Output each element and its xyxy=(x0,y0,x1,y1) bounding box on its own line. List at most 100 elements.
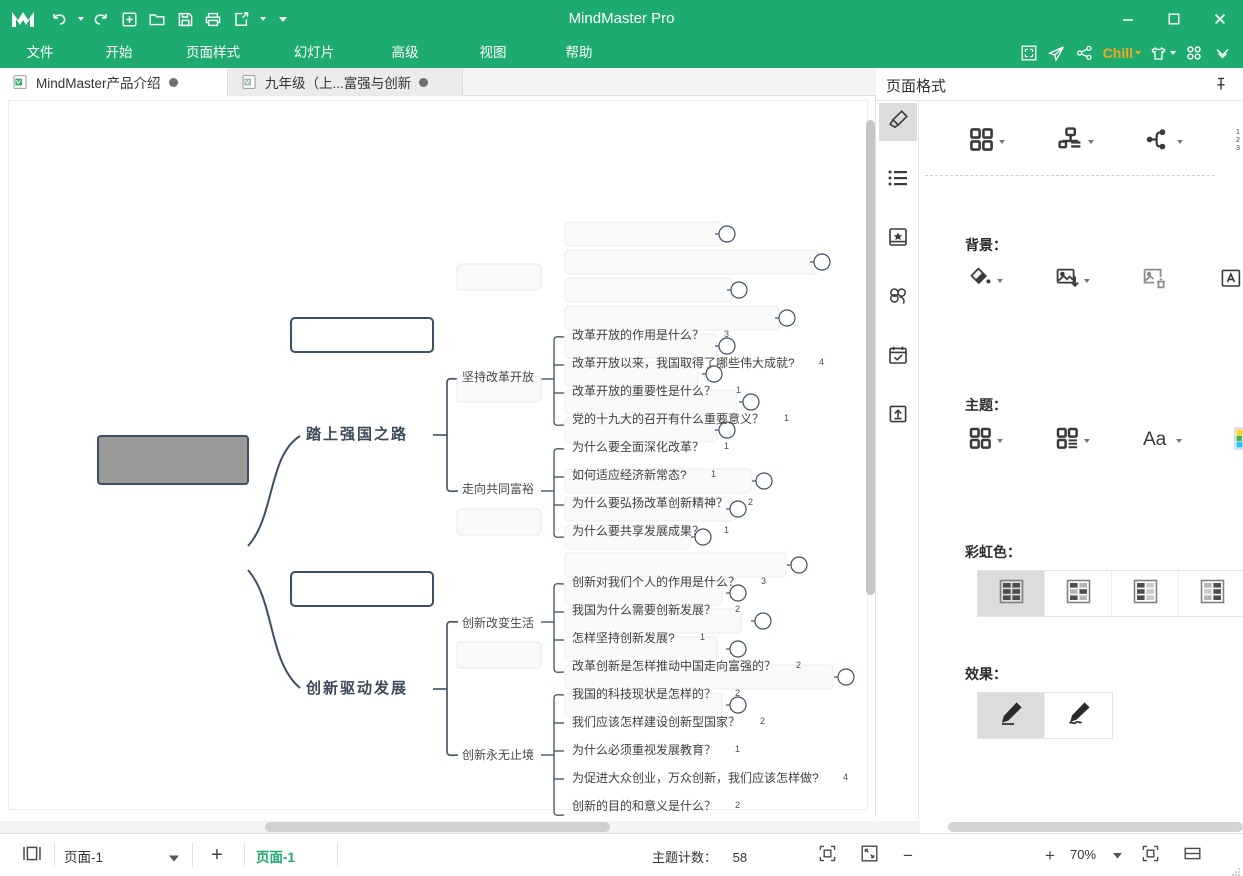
upload-box-icon xyxy=(887,403,909,430)
theme-layout-button[interactable] xyxy=(1052,423,1093,459)
doc-tab-1[interactable]: MindMaster产品介绍 xyxy=(0,68,228,96)
zoom-reset-button[interactable] xyxy=(1136,844,1164,867)
canvas-horizontal-scrollbar[interactable] xyxy=(265,822,610,832)
theme-font-button[interactable]: Aa xyxy=(1139,423,1185,459)
save-button[interactable] xyxy=(172,6,198,32)
zoom-out-button[interactable]: − xyxy=(898,846,918,865)
fit-page-button[interactable] xyxy=(855,844,883,867)
branch-style-button[interactable] xyxy=(1143,123,1186,161)
doc-tab-2[interactable]: 九年级（上...富强与创新 xyxy=(229,68,463,96)
skin-shirt-icon[interactable] xyxy=(1146,40,1179,66)
menu-slideshow[interactable]: 幻灯片 xyxy=(268,38,360,68)
effect-sketch[interactable] xyxy=(1045,693,1112,738)
mindmap-canvas[interactable]: 富 强 与 创 新 踏上强国之路 创新驱动发展 坚持改革开放 走向共同富裕 创新… xyxy=(0,96,876,817)
fullscreen-icon[interactable] xyxy=(1016,40,1042,66)
rainbow-option-3[interactable] xyxy=(1112,571,1179,616)
rainbow-option-1[interactable] xyxy=(978,571,1045,616)
panel-toggle-button[interactable] xyxy=(18,844,46,867)
numbering-button[interactable]: 123 xyxy=(1232,123,1243,161)
layout-structure-button[interactable] xyxy=(965,123,1008,161)
theme-color-button[interactable] xyxy=(1231,424,1243,458)
print-button[interactable] xyxy=(200,6,226,32)
panel-horizontal-scrollbar[interactable] xyxy=(948,822,1243,832)
undo-button[interactable] xyxy=(46,6,72,32)
fit-center-icon xyxy=(818,844,837,868)
redo-button[interactable] xyxy=(88,6,114,32)
panel-content: 123 背景： 主题： Aa 彩虹色： 效果： xyxy=(919,101,1243,818)
menu-file[interactable]: 文件 xyxy=(0,38,80,68)
doc-tab-2-modified-dot xyxy=(419,77,429,87)
page-title: 页面格式 xyxy=(886,78,947,95)
grid-swatch-split-icon xyxy=(1200,579,1225,609)
theme-count: 主题计数： 58 xyxy=(652,847,747,866)
watermark-button[interactable] xyxy=(1216,263,1243,299)
menu-view[interactable]: 视图 xyxy=(450,38,536,68)
send-icon[interactable] xyxy=(1044,40,1070,66)
rail-lucky[interactable] xyxy=(879,279,917,317)
export-button[interactable] xyxy=(228,6,254,32)
more-commands-button[interactable] xyxy=(270,6,296,32)
panel-toggle-icon xyxy=(22,845,42,867)
section-rainbow-label: 彩虹色： xyxy=(965,544,1021,560)
canvas-vertical-scrollbar[interactable] xyxy=(866,120,875,595)
maximize-button[interactable] xyxy=(1151,0,1197,38)
zoom-in-button[interactable]: + xyxy=(1040,846,1060,865)
svg-text:2: 2 xyxy=(1236,137,1240,144)
rail-clipart[interactable] xyxy=(879,220,917,258)
open-button[interactable] xyxy=(144,6,170,32)
rail-style-brush[interactable] xyxy=(879,103,917,141)
background-image-button[interactable] xyxy=(1052,263,1093,299)
paint-bucket-icon xyxy=(968,266,993,296)
zoom-level-value[interactable]: 70% xyxy=(1070,847,1096,862)
add-page-button[interactable]: + xyxy=(202,844,232,867)
background-fill-button[interactable] xyxy=(965,263,1006,299)
rail-upload[interactable] xyxy=(879,397,917,435)
rainbow-option-2[interactable] xyxy=(1045,571,1112,616)
pencil-wavy-icon xyxy=(1066,700,1092,731)
panel-body: 123 背景： 主题： Aa 彩虹色： 效果： xyxy=(876,100,1243,818)
theme-chill-label: Chill xyxy=(1102,45,1133,61)
grid-apps-icon[interactable] xyxy=(1181,40,1207,66)
pin-icon[interactable] xyxy=(1213,76,1231,94)
menu-bar: 文件 开始 页面样式 幻灯片 高级 视图 帮助 Chill xyxy=(0,38,1243,68)
theme-chill-button[interactable]: Chill xyxy=(1100,40,1144,66)
page-select[interactable]: 页面-1 xyxy=(58,844,186,867)
org-chart-icon xyxy=(1057,126,1084,158)
theme-count-label: 主题计数： xyxy=(652,850,718,865)
rail-outline[interactable] xyxy=(879,161,917,199)
color-palette-icon xyxy=(1234,427,1243,455)
chevron-double-down-icon[interactable] xyxy=(1209,40,1235,66)
share-icon[interactable] xyxy=(1072,40,1098,66)
four-squares-icon xyxy=(968,126,995,158)
rail-task[interactable] xyxy=(879,338,917,376)
fit-width-button[interactable] xyxy=(1178,844,1206,867)
status-bar: 页面-1 + 页面-1 主题计数： 58 − + 70% xyxy=(0,833,1243,876)
squares-lines-icon xyxy=(1055,426,1080,456)
window-resize-grip[interactable] xyxy=(1231,864,1241,876)
doc-tab-1-label: MindMaster产品介绍 xyxy=(36,76,161,91)
background-remove-button[interactable] xyxy=(1139,263,1170,299)
menu-advanced[interactable]: 高级 xyxy=(360,38,450,68)
chevron-down-icon xyxy=(168,850,180,868)
undo-dropdown-caret[interactable] xyxy=(74,6,86,32)
menu-home[interactable]: 开始 xyxy=(80,38,158,68)
menu-page-style[interactable]: 页面样式 xyxy=(158,38,268,68)
theme-preset-button[interactable] xyxy=(965,423,1006,459)
outline-list-icon xyxy=(887,167,909,194)
calendar-check-icon xyxy=(887,344,909,371)
rainbow-option-4[interactable] xyxy=(1179,571,1243,616)
four-squares-icon xyxy=(968,426,993,456)
numbered-list-icon: 123 xyxy=(1235,126,1243,158)
fit-selection-button[interactable] xyxy=(813,844,841,867)
grid-swatch-mixed-icon xyxy=(1066,579,1091,609)
new-button[interactable] xyxy=(116,6,142,32)
export-dropdown-caret[interactable] xyxy=(256,6,268,32)
layout-org-button[interactable] xyxy=(1054,123,1097,161)
menu-help[interactable]: 帮助 xyxy=(536,38,622,68)
zoom-dropdown-caret[interactable] xyxy=(1110,848,1124,862)
minimize-button[interactable] xyxy=(1105,0,1151,38)
effect-straight[interactable] xyxy=(978,693,1045,738)
close-button[interactable] xyxy=(1197,0,1243,38)
active-page-tab[interactable]: 页面-1 xyxy=(256,846,295,866)
background-tool-row xyxy=(965,263,1243,299)
